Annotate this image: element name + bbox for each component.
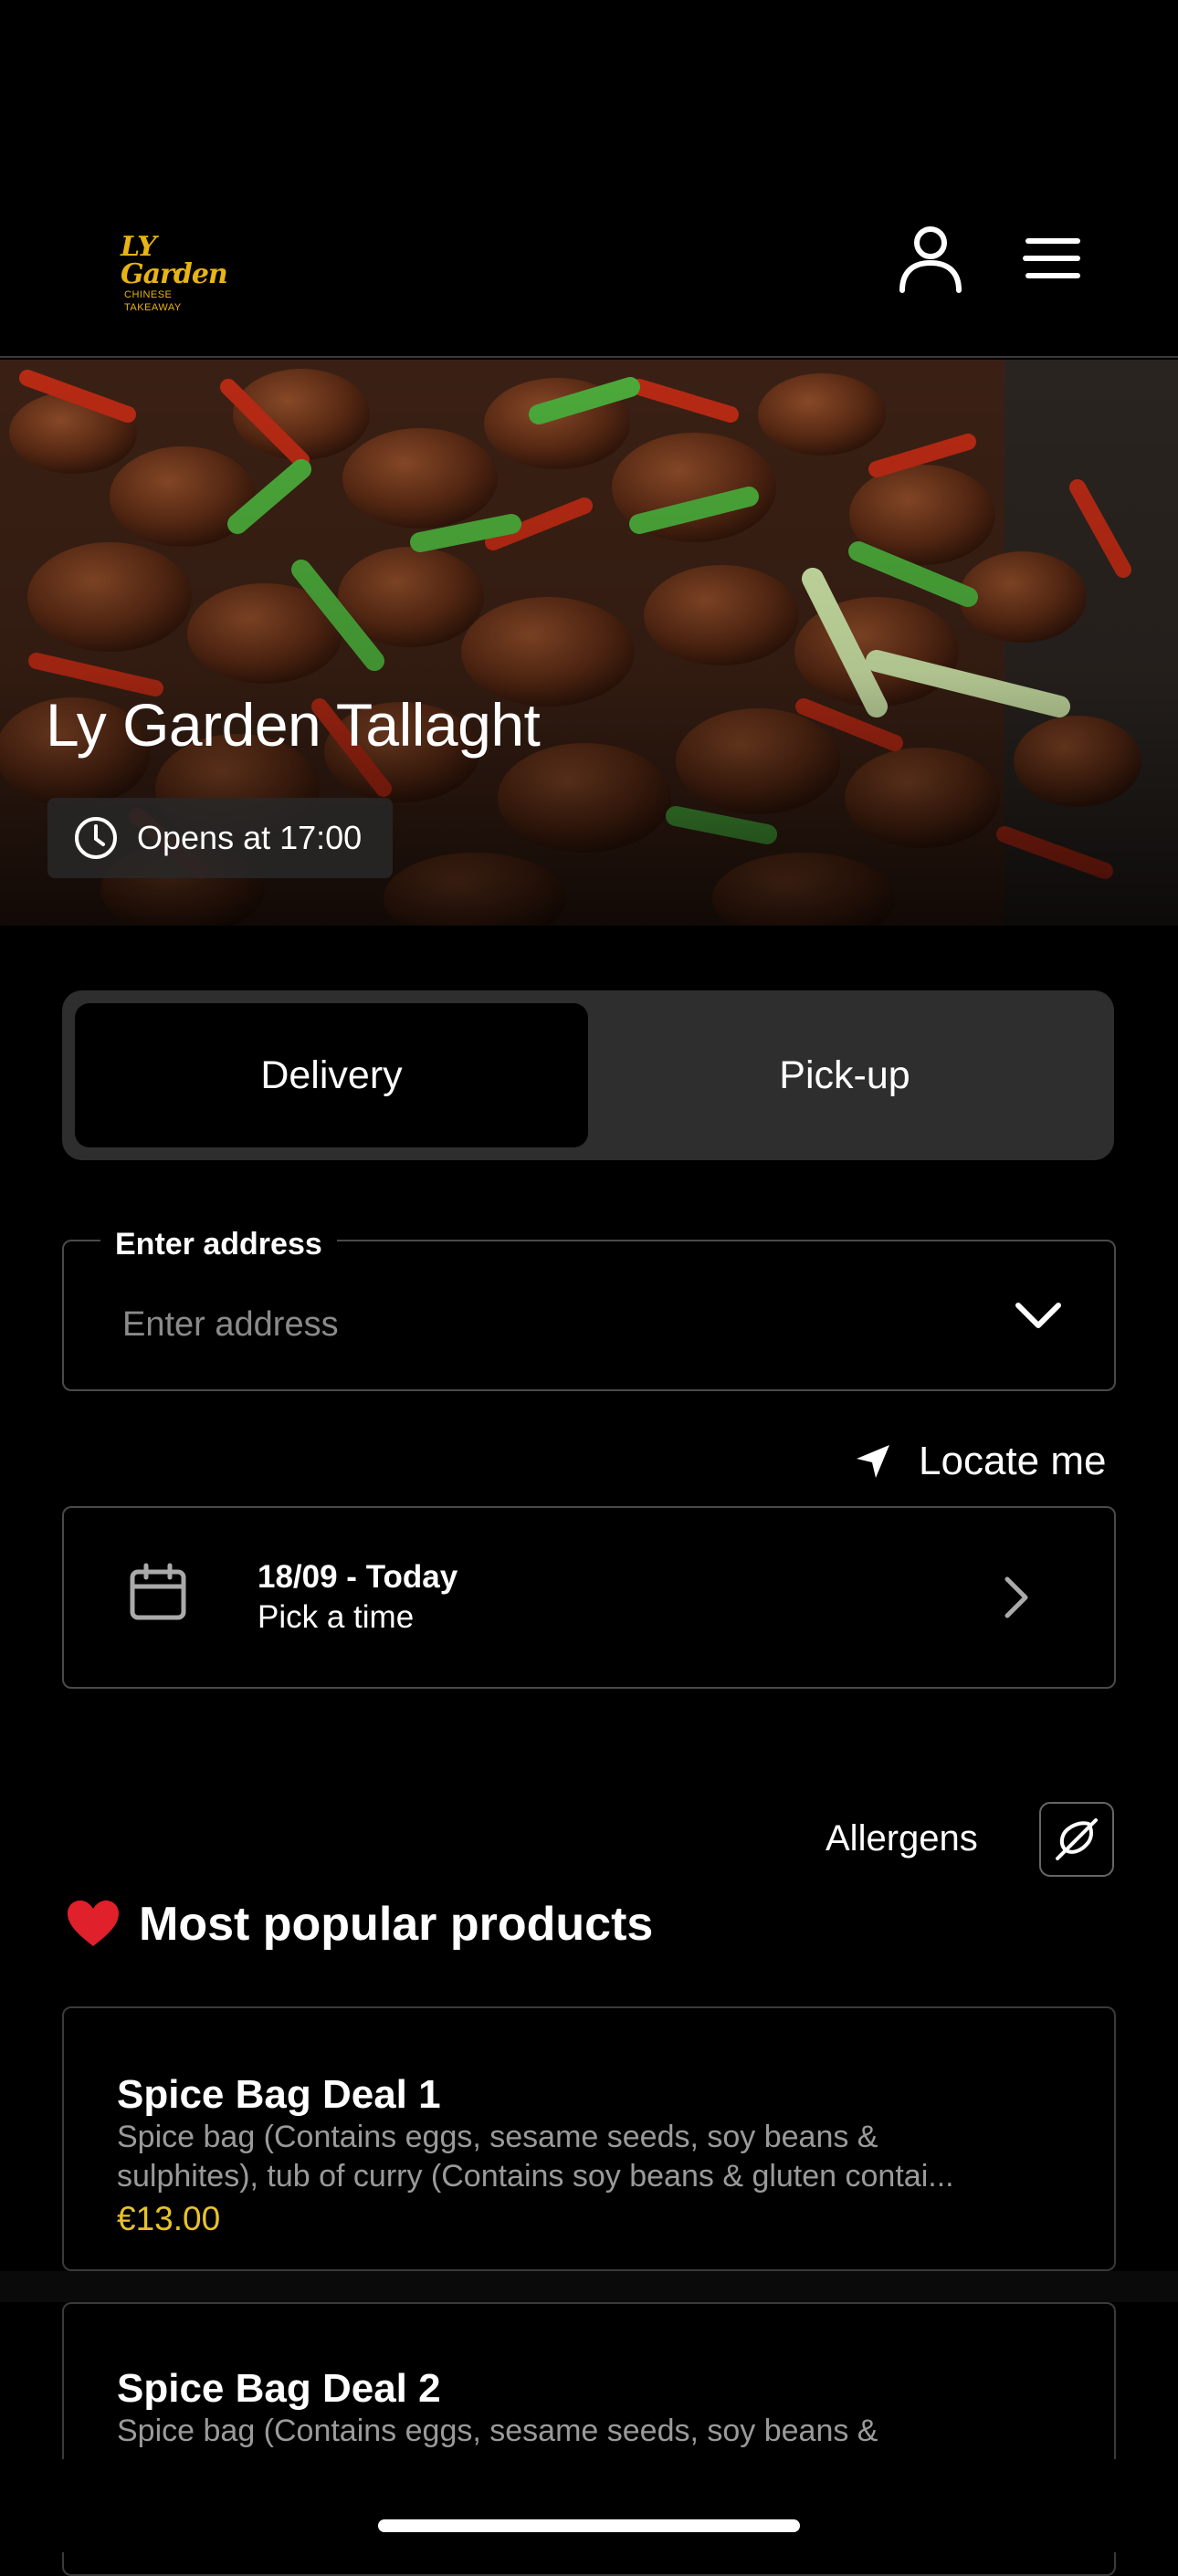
menu-button[interactable] — [1023, 236, 1083, 281]
product-description-line: sulphites), tub of curry (Contains soy b… — [117, 2159, 954, 2194]
bottom-safe-area — [0, 2459, 1178, 2552]
pickup-tab[interactable]: Pick-up — [588, 1003, 1101, 1147]
product-price: €13.00 — [117, 2200, 221, 2237]
schedule-time: Pick a time — [258, 1599, 415, 1635]
logo-main-text: LY Garden — [121, 231, 228, 290]
chevron-down-icon — [1015, 1303, 1061, 1328]
opening-hours-text: Opens at 17:00 — [137, 819, 363, 856]
product-card[interactable]: Spice Bag Deal 1 Spice bag (Contains egg… — [62, 2006, 1116, 2271]
product-description-line: Spice bag (Contains eggs, sesame seeds, … — [117, 2414, 878, 2448]
locate-me-label: Locate me — [919, 1439, 1107, 1483]
address-dropdown-toggle[interactable] — [1014, 1300, 1063, 1331]
allergens-button[interactable] — [1039, 1802, 1114, 1877]
chevron-right-icon — [1003, 1576, 1030, 1619]
logo-sub-text: CHINESE TAKEAWAY — [124, 289, 182, 313]
allergen-filter-icon — [1056, 1818, 1098, 1860]
product-name: Spice Bag Deal 1 — [117, 2072, 441, 2117]
calendar-icon — [128, 1563, 188, 1623]
delivery-tab[interactable]: Delivery — [75, 1003, 588, 1147]
schedule-picker[interactable] — [62, 1506, 1116, 1689]
home-indicator[interactable] — [378, 2519, 800, 2532]
heart-icon — [68, 1901, 119, 1946]
address-field-label: Enter address — [100, 1227, 337, 1262]
clock-icon — [75, 817, 117, 859]
opening-hours-badge: Opens at 17:00 — [47, 798, 393, 878]
locate-me-button[interactable]: Locate me — [855, 1431, 1106, 1492]
account-button[interactable] — [895, 223, 966, 294]
popular-products-heading: Most popular products — [66, 1897, 653, 1952]
hamburger-menu-icon — [1023, 238, 1080, 278]
popular-products-title: Most popular products — [139, 1898, 654, 1951]
location-arrow-icon — [857, 1445, 889, 1478]
order-mode-toggle: Delivery Pick-up — [62, 990, 1114, 1160]
restaurant-logo[interactable]: LY Garden CHINESE TAKEAWAY — [121, 234, 230, 314]
user-icon — [899, 226, 962, 293]
product-name: Spice Bag Deal 2 — [117, 2366, 441, 2411]
allergens-label: Allergens — [826, 1818, 978, 1859]
product-description-line: Spice bag (Contains eggs, sesame seeds, … — [117, 2120, 878, 2154]
address-input[interactable] — [121, 1287, 946, 1362]
restaurant-name: Ly Garden Tallaght — [46, 691, 541, 759]
schedule-date: 18/09 - Today — [258, 1559, 458, 1595]
card-separator — [0, 2271, 1178, 2302]
